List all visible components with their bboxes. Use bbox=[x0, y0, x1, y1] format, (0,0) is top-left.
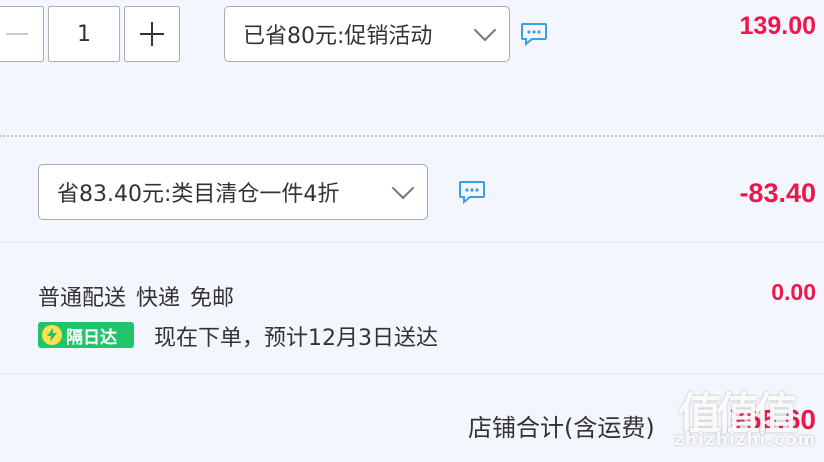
watermark: 值值值 zhizhizhi.com bbox=[668, 378, 818, 462]
increase-quantity-button[interactable] bbox=[124, 6, 180, 62]
discount-amount: -83.40 bbox=[739, 178, 816, 208]
delivery-estimate: 现在下单，预计12月3日送达 bbox=[154, 326, 438, 351]
shop-total-label: 店铺合计(含运费) bbox=[468, 414, 655, 442]
chevron-down-icon bbox=[473, 18, 497, 42]
next-day-badge: 隔日达 bbox=[38, 322, 134, 348]
promotion-select[interactable]: 已省80元:促销活动 bbox=[224, 6, 510, 62]
item-row: 1 已省80元:促销活动 139.00 bbox=[0, 0, 824, 137]
chevron-down-icon bbox=[391, 176, 415, 200]
badge-label: 隔日达 bbox=[66, 327, 117, 348]
shipping-fee-note: 免邮 bbox=[190, 286, 235, 311]
minus-icon bbox=[6, 33, 28, 35]
shipping-type: 普通配送 bbox=[38, 286, 127, 311]
promotion-label: 已省80元:促销活动 bbox=[243, 24, 433, 49]
watermark-text: zhizhizhi.com bbox=[674, 430, 817, 450]
shipping-cost: 0.00 bbox=[771, 279, 816, 305]
chat-bubble-icon[interactable] bbox=[458, 180, 486, 204]
shop-order-section: 1 已省80元:促销活动 139.00 省83.40元:类目清仓一件4折 -83… bbox=[0, 0, 824, 462]
quantity-value: 1 bbox=[77, 21, 91, 47]
item-price: 139.00 bbox=[739, 12, 816, 40]
shipping-method: 普通配送 快递 免邮 bbox=[38, 280, 244, 312]
shipping-carrier: 快递 bbox=[136, 286, 181, 311]
chat-bubble-icon[interactable] bbox=[520, 22, 548, 46]
plus-icon bbox=[140, 22, 164, 46]
decrease-quantity-button[interactable] bbox=[0, 6, 44, 62]
lightning-icon bbox=[42, 325, 62, 345]
quantity-input[interactable]: 1 bbox=[48, 6, 120, 62]
discount-label: 省83.40元:类目清仓一件4折 bbox=[57, 182, 340, 207]
shipping-row: 普通配送 快递 免邮 隔日达 现在下单，预计12月3日送达 bbox=[0, 244, 824, 374]
discount-select[interactable]: 省83.40元:类目清仓一件4折 bbox=[38, 164, 428, 220]
